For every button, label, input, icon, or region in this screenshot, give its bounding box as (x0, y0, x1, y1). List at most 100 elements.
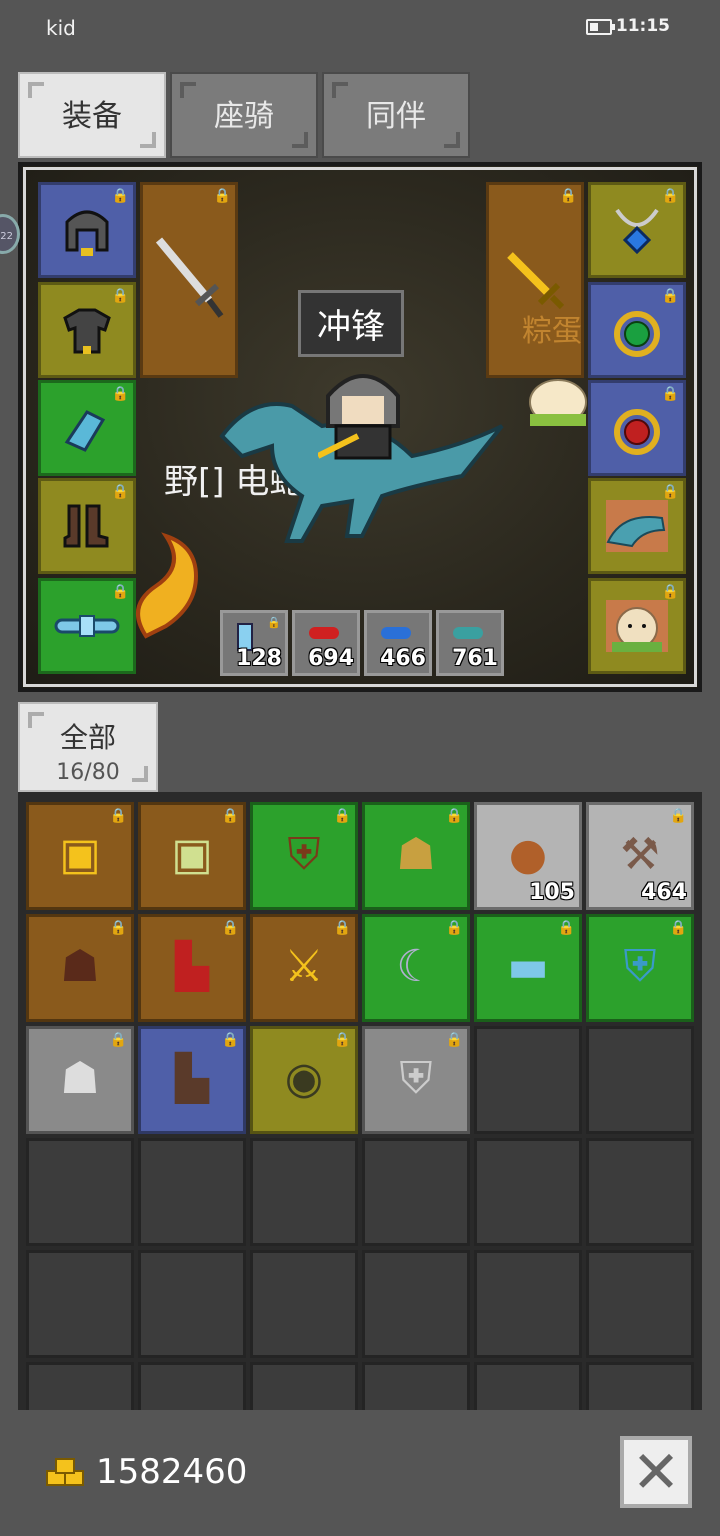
gold-amount: 1582460 (96, 1452, 248, 1492)
armor-slot[interactable]: 🔒 (38, 282, 136, 378)
battery-icon (586, 19, 615, 35)
inventory-item[interactable]: 🔒 ⛨ (586, 914, 694, 1022)
inventory-empty-slot[interactable] (474, 1250, 582, 1358)
lock-icon: 🔒 (661, 188, 679, 204)
belt-icon (54, 615, 120, 637)
inventory-empty-slot[interactable] (138, 1362, 246, 1410)
meat-icon: ● (508, 829, 548, 880)
tab-label: 座骑 (214, 99, 274, 134)
red-crystal-counter[interactable]: 694 (292, 610, 360, 676)
lock-icon: 🔒 (669, 808, 687, 824)
lock-icon: 🔒 (559, 188, 577, 204)
inventory-item[interactable]: 🔒 ⛨ (362, 1026, 470, 1134)
inventory-item[interactable]: 🔒 ⚒ 464 (586, 802, 694, 910)
inventory-item[interactable]: 🔒 ◉ (250, 1026, 358, 1134)
inventory-empty-slot[interactable] (138, 1138, 246, 1246)
snake-sprite (136, 532, 199, 639)
tab-equipment[interactable]: 装备 (18, 72, 166, 158)
companion-portrait-icon (606, 600, 668, 652)
inventory-empty-slot[interactable] (474, 1362, 582, 1410)
inventory-item[interactable]: 🔒 ⛨ (250, 802, 358, 910)
blue-crystal-counter[interactable]: 466 (364, 610, 432, 676)
inventory-item[interactable]: 🔒 ☾ (362, 914, 470, 1022)
boots-slot[interactable]: 🔒 (38, 478, 136, 574)
dumpling-sprite (529, 379, 587, 426)
lock-icon: 🔒 (445, 808, 463, 824)
helmet-slot[interactable]: 🔒 (38, 182, 136, 278)
tab-mount[interactable]: 座骑 (170, 72, 318, 158)
inventory-empty-slot[interactable] (586, 1362, 694, 1410)
gold-ore-icon: ▣ (59, 829, 101, 880)
inventory-item[interactable]: 🔒 ☗ (26, 914, 134, 1022)
amulet-slot[interactable]: 🔒 (588, 182, 686, 278)
skill-badge: 冲锋 (298, 290, 404, 357)
scythe-icon: ☾ (396, 941, 436, 992)
inventory-item[interactable]: 🔒 ▙ (138, 914, 246, 1022)
clock: 11:15 (615, 16, 670, 36)
inventory-item[interactable]: 🔒 ☗ (26, 1026, 134, 1134)
inventory-empty-slot[interactable] (586, 1250, 694, 1358)
inventory-item[interactable]: 🔒 ▣ (26, 802, 134, 910)
companion-portrait-slot[interactable]: 🔒 (588, 578, 686, 674)
boots-icon: ▙ (175, 1053, 209, 1104)
inventory-empty-slot[interactable] (26, 1250, 134, 1358)
lock-icon: 🔒 (661, 484, 679, 500)
lock-icon: 🔒 (661, 584, 679, 600)
teal-crystal-counter[interactable]: 761 (436, 610, 504, 676)
tab-companion[interactable]: 同伴 (322, 72, 470, 158)
inventory-empty-slot[interactable] (474, 1138, 582, 1246)
floating-bubble[interactable]: 22 (0, 214, 20, 254)
close-button[interactable]: ✕ (620, 1436, 692, 1508)
user-name: kid (46, 16, 76, 40)
inventory-empty-slot[interactable] (26, 1138, 134, 1246)
inventory-empty-slot[interactable] (586, 1138, 694, 1246)
filter-all-button[interactable]: 全部 16/80 (18, 702, 158, 792)
gold-helmet-icon: ☗ (396, 829, 436, 880)
inventory-empty-slot[interactable] (138, 1250, 246, 1358)
blue-armor-icon: ⛨ (623, 941, 657, 992)
potion-counter[interactable]: 🔒 128 (220, 610, 288, 676)
inventory-item[interactable]: ● 105 (474, 802, 582, 910)
ring-slot-1[interactable]: 🔒 (588, 282, 686, 378)
inventory-empty-slot[interactable] (250, 1138, 358, 1246)
inventory-empty-slot[interactable] (474, 1026, 582, 1134)
inventory-empty-slot[interactable] (362, 1250, 470, 1358)
mount-portrait-slot[interactable]: 🔒 (588, 478, 686, 574)
inventory-empty-slot[interactable] (250, 1362, 358, 1410)
main-weapon-slot[interactable]: 🔒 (140, 182, 238, 378)
inventory-item[interactable]: 🔒 ▣ (138, 802, 246, 910)
lock-icon: 🔒 (111, 288, 129, 304)
lock-icon: 🔒 (109, 920, 127, 936)
inventory-empty-slot[interactable] (26, 1362, 134, 1410)
lock-icon: 🔒 (445, 920, 463, 936)
steel-armor-icon: ⛨ (399, 1053, 433, 1104)
red-boots-icon: ▙ (175, 941, 209, 992)
tab-label: 装备 (62, 99, 122, 134)
brown-helmet-icon: ☗ (60, 941, 100, 992)
ring-slot-2[interactable]: 🔒 (588, 380, 686, 476)
inventory-item[interactable]: 🔒 ▙ (138, 1026, 246, 1134)
viking-helmet-icon: ☗ (60, 1053, 100, 1104)
armor-icon (63, 308, 111, 354)
boots-icon (63, 504, 109, 548)
lock-icon: 🔒 (333, 1032, 351, 1048)
inventory-item[interactable]: 🔒 ▬ (474, 914, 582, 1022)
inventory-item[interactable]: 🔒 ☗ (362, 802, 470, 910)
gold-display: 1582460 (46, 1452, 247, 1492)
lock-icon: 🔒 (221, 1032, 239, 1048)
inventory-empty-slot[interactable] (250, 1250, 358, 1358)
item-quantity: 105 (529, 880, 575, 905)
belt-slot[interactable]: 🔒 (38, 578, 136, 674)
inventory-item[interactable]: 🔒 ⚔ (250, 914, 358, 1022)
lock-icon: 🔒 (111, 188, 129, 204)
inventory-empty-slot[interactable] (362, 1138, 470, 1246)
counter-value: 694 (308, 646, 354, 671)
green-ring-icon (614, 311, 660, 357)
leather-armor-icon: ⛨ (287, 829, 321, 880)
lock-icon: 🔒 (333, 920, 351, 936)
golden-dagger-icon: ⚔ (284, 941, 324, 992)
lock-icon: 🔒 (267, 616, 281, 629)
gauntlet-slot[interactable]: 🔒 (38, 380, 136, 476)
inventory-empty-slot[interactable] (362, 1362, 470, 1410)
inventory-empty-slot[interactable] (586, 1026, 694, 1134)
